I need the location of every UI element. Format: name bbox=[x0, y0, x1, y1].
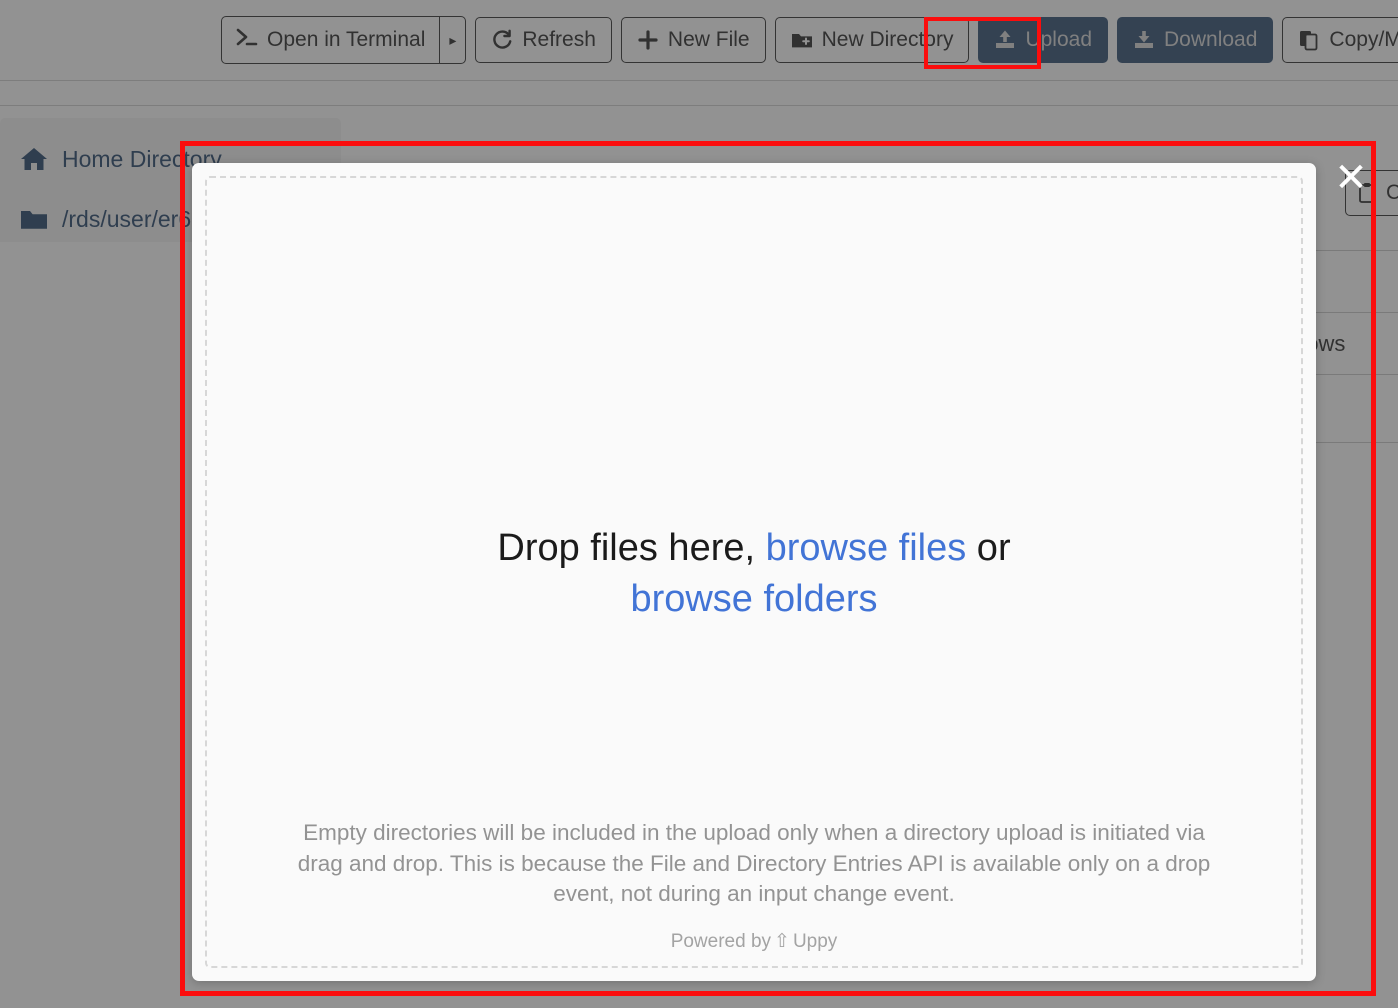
upload-dashboard-highlight bbox=[180, 141, 1376, 996]
upload-button-highlight bbox=[924, 17, 1041, 69]
